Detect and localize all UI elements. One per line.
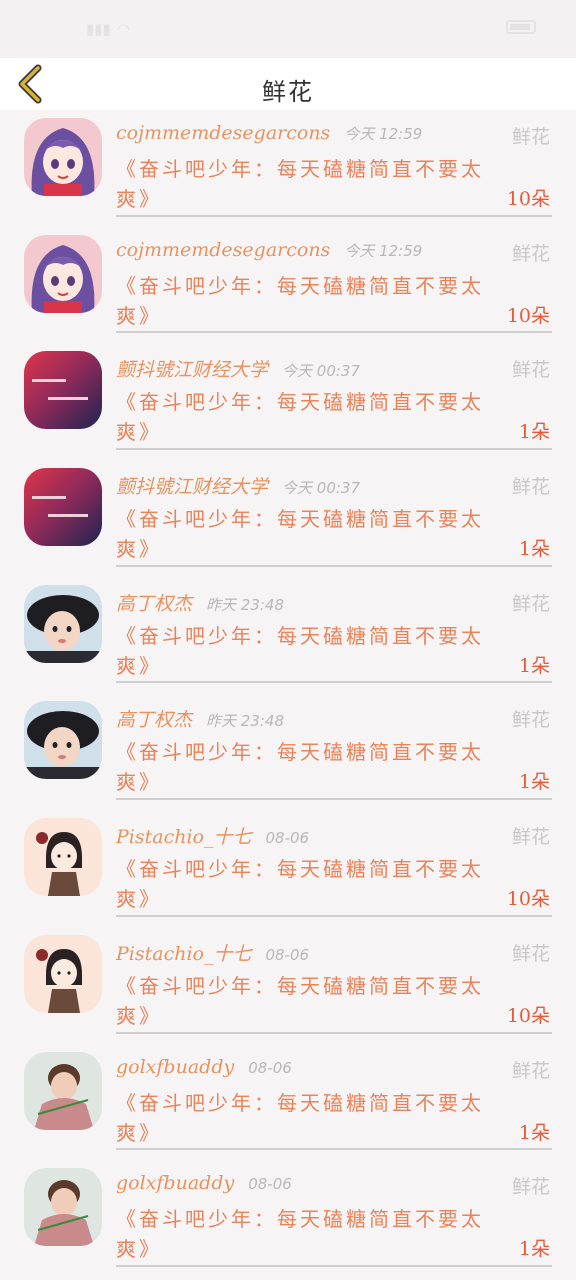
battery-icon	[506, 20, 536, 34]
top-bar: 鲜花	[0, 58, 576, 110]
divider	[116, 681, 552, 684]
message-text: 《奋斗吧少年：每天磕糖简直不要太爽》	[116, 857, 484, 912]
avatar[interactable]	[24, 1051, 102, 1130]
divider	[116, 914, 552, 917]
gift-count: 1朵	[518, 771, 550, 794]
list-item[interactable]: 高丁权杰 昨天 23:48 鲜花 《奋斗吧少年：每天磕糖简直不要太爽》 1朵	[0, 577, 576, 694]
sender-name[interactable]: golxfbuaddy 08-06	[116, 1172, 292, 1194]
sender-name[interactable]: 高丁权杰 昨天 23:48	[116, 705, 284, 732]
message-text: 《奋斗吧少年：每天磕糖简直不要太爽》	[116, 273, 484, 328]
gift-count: 1朵	[518, 421, 550, 444]
gradient-text-avatar-icon	[24, 468, 102, 547]
gift-type: 鲜花	[511, 709, 550, 732]
timestamp: 08-06	[265, 829, 310, 848]
gift-record-list: cojmmemdesegarcons 今天 12:59 鲜花 《奋斗吧少年：每天磕…	[0, 110, 576, 1277]
avatar[interactable]	[24, 468, 102, 547]
avatar[interactable]	[24, 118, 102, 196]
wifi-icon: ◠	[116, 20, 130, 38]
gift-count: 10朵	[506, 1004, 550, 1027]
gift-count: 1朵	[518, 1121, 550, 1144]
status-battery-area	[506, 20, 536, 34]
gift-count: 1朵	[518, 1238, 550, 1261]
signal-icon: ▮▮▮	[86, 20, 111, 38]
gift-count: 10朵	[506, 888, 550, 911]
cartoon-girl-avatar-icon	[24, 818, 102, 897]
sender-name[interactable]: 颤抖號江财经大学 今天 00:37	[116, 472, 360, 499]
page-title: 鲜花	[262, 78, 314, 106]
divider	[116, 448, 552, 451]
divider	[116, 798, 552, 801]
gift-type: 鲜花	[511, 476, 550, 499]
anime-girl-avatar-icon	[24, 234, 102, 313]
sender-name[interactable]: Pistachio_十七 08-06	[116, 822, 309, 849]
gift-type: 鲜花	[511, 942, 550, 965]
boy-photo-avatar-icon	[24, 1051, 102, 1130]
divider	[116, 214, 552, 217]
gift-type: 鲜花	[511, 242, 550, 265]
message-text: 《奋斗吧少年：每天磕糖简直不要太爽》	[116, 507, 484, 562]
gift-type: 鲜花	[511, 1176, 550, 1199]
gift-type: 鲜花	[511, 592, 550, 615]
gift-count: 10朵	[506, 304, 550, 327]
gift-count: 1朵	[518, 654, 550, 677]
timestamp: 08-06	[265, 945, 310, 964]
divider	[116, 1148, 552, 1151]
gradient-text-avatar-icon	[24, 351, 102, 430]
child-photo-avatar-icon	[24, 701, 102, 780]
avatar[interactable]	[24, 701, 102, 780]
divider	[116, 1264, 552, 1267]
timestamp: 昨天 23:48	[206, 595, 285, 614]
message-text: 《奋斗吧少年：每天磕糖简直不要太爽》	[116, 390, 484, 445]
avatar[interactable]	[24, 818, 102, 897]
timestamp: 08-06	[248, 1058, 292, 1077]
gift-type: 鲜花	[511, 826, 550, 849]
timestamp: 今天 12:59	[344, 241, 423, 260]
divider	[116, 331, 552, 334]
avatar[interactable]	[24, 934, 102, 1013]
list-item[interactable]: 高丁权杰 昨天 23:48 鲜花 《奋斗吧少年：每天磕糖简直不要太爽》 1朵	[0, 693, 576, 810]
sender-name[interactable]: Pistachio_十七 08-06	[116, 939, 309, 966]
message-text: 《奋斗吧少年：每天磕糖简直不要太爽》	[116, 1090, 484, 1145]
status-bar: ▮▮▮ ◠	[0, 0, 576, 58]
timestamp: 今天 00:37	[282, 362, 361, 381]
boy-photo-avatar-icon	[24, 1168, 102, 1247]
sender-name[interactable]: golxfbuaddy 08-06	[116, 1056, 292, 1078]
cartoon-girl-avatar-icon	[24, 934, 102, 1013]
list-item[interactable]: Pistachio_十七 08-06 鲜花 《奋斗吧少年：每天磕糖简直不要太爽》 …	[0, 810, 576, 927]
list-item[interactable]: golxfbuaddy 08-06 鲜花 《奋斗吧少年：每天磕糖简直不要太爽》 1…	[0, 1160, 576, 1277]
list-item[interactable]: golxfbuaddy 08-06 鲜花 《奋斗吧少年：每天磕糖简直不要太爽》 1…	[0, 1044, 576, 1161]
avatar[interactable]	[24, 234, 102, 313]
list-item[interactable]: 颤抖號江财经大学 今天 00:37 鲜花 《奋斗吧少年：每天磕糖简直不要太爽》 1…	[0, 343, 576, 460]
avatar[interactable]	[24, 351, 102, 430]
message-text: 《奋斗吧少年：每天磕糖简直不要太爽》	[116, 740, 484, 795]
timestamp: 昨天 23:48	[206, 712, 285, 731]
message-text: 《奋斗吧少年：每天磕糖简直不要太爽》	[116, 973, 484, 1028]
sender-name[interactable]: 颤抖號江财经大学 今天 00:37	[116, 355, 360, 382]
avatar[interactable]	[24, 1168, 102, 1247]
gift-count: 10朵	[506, 188, 550, 210]
list-item[interactable]: Pistachio_十七 08-06 鲜花 《奋斗吧少年：每天磕糖简直不要太爽》 …	[0, 927, 576, 1044]
status-indicators: ▮▮▮ ◠	[86, 20, 130, 38]
divider	[116, 1031, 552, 1034]
gift-type: 鲜花	[511, 1059, 550, 1082]
timestamp: 今天 00:37	[282, 479, 361, 498]
list-item[interactable]: cojmmemdesegarcons 今天 12:59 鲜花 《奋斗吧少年：每天磕…	[0, 227, 576, 344]
timestamp: 今天 12:59	[344, 125, 423, 143]
avatar[interactable]	[24, 584, 102, 663]
message-text: 《奋斗吧少年：每天磕糖简直不要太爽》	[116, 623, 484, 678]
anime-girl-avatar-icon	[24, 118, 102, 196]
message-text: 《奋斗吧少年：每天磕糖简直不要太爽》	[116, 157, 484, 211]
sender-name[interactable]: cojmmemdesegarcons 今天 12:59	[116, 239, 422, 261]
sender-name[interactable]: cojmmemdesegarcons 今天 12:59	[116, 122, 422, 144]
gift-count: 1朵	[518, 538, 550, 561]
gift-type: 鲜花	[511, 359, 550, 382]
divider	[116, 564, 552, 567]
timestamp: 08-06	[248, 1175, 292, 1194]
list-item[interactable]: 颤抖號江财经大学 今天 00:37 鲜花 《奋斗吧少年：每天磕糖简直不要太爽》 1…	[0, 460, 576, 577]
child-photo-avatar-icon	[24, 584, 102, 663]
sender-name[interactable]: 高丁权杰 昨天 23:48	[116, 589, 284, 616]
list-item[interactable]: cojmmemdesegarcons 今天 12:59 鲜花 《奋斗吧少年：每天磕…	[0, 110, 576, 227]
message-text: 《奋斗吧少年：每天磕糖简直不要太爽》	[116, 1207, 484, 1262]
gift-type: 鲜花	[511, 126, 550, 148]
